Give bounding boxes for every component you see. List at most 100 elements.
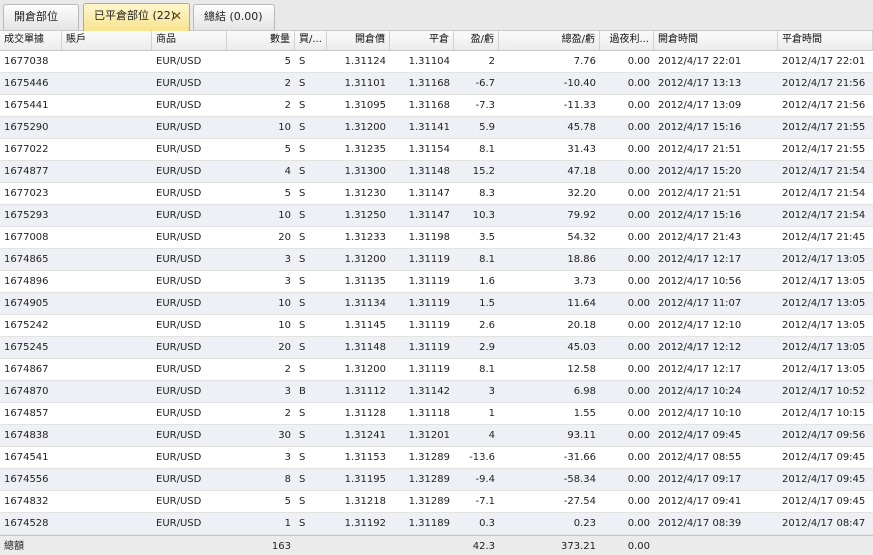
cell-quantity: 1: [284, 518, 291, 529]
cell-swap: 0.00: [627, 232, 650, 243]
cell-account: [62, 227, 152, 248]
cell-pips: 3.5: [479, 232, 495, 243]
table-row[interactable]: 1674877 EUR/USD 4 S 1.31300 1.31148 15.2 47.18 0…: [0, 161, 873, 183]
cell-ticket: 1677023: [4, 188, 49, 199]
cell-open-price: 1.31200: [344, 364, 386, 375]
table-row[interactable]: 1675242 EUR/USD 10 S 1.31145 1.31119 2.6 20.18 0…: [0, 315, 873, 337]
cell-quantity: 5: [284, 144, 291, 155]
table-row[interactable]: 1677008 EUR/USD 20 S 1.31233 1.31198 3.5 54.32 0…: [0, 227, 873, 249]
cell-quantity: 3: [284, 386, 291, 397]
header-col-ticket[interactable]: 成交單據: [0, 31, 62, 50]
cell-total-pl: 7.76: [573, 56, 596, 67]
table-header: 成交單據 賬戶 商品 數量 買/... 開倉價 平倉 盈/虧 總盈/虧 過夜利... 開倉時間 平倉時…: [0, 31, 873, 51]
cell-ticket: 1675441: [4, 100, 49, 111]
cell-open-time: 2012/4/17 08:55: [658, 452, 742, 463]
table-row[interactable]: 1674857 EUR/USD 2 S 1.31128 1.31118 1 1.55 0.00 2…: [0, 403, 873, 425]
cell-close-price: 1.31142: [408, 386, 450, 397]
table-row[interactable]: 1674541 EUR/USD 3 S 1.31153 1.31289 -13.6 -31.6…: [0, 447, 873, 469]
cell-open-time: 2012/4/17 15:16: [658, 122, 742, 133]
cell-open-price: 1.31218: [344, 496, 386, 507]
cell-pips: -13.6: [469, 452, 495, 463]
totals-row: 總額 163 42.3 373.21 0.00: [0, 535, 873, 555]
cell-pips: -7.3: [475, 100, 495, 111]
cell-open-price: 1.31153: [344, 452, 386, 463]
table-row[interactable]: 1674867 EUR/USD 2 S 1.31200 1.31119 8.1 12.58 0.…: [0, 359, 873, 381]
cell-side: S: [299, 232, 306, 243]
table-row[interactable]: 1674870 EUR/USD 3 B 1.31112 1.31142 3 6.98 0.00 2…: [0, 381, 873, 403]
table-row[interactable]: 1675293 EUR/USD 10 S 1.31250 1.31147 10.3 79.92…: [0, 205, 873, 227]
cell-close-price: 1.31154: [408, 144, 450, 155]
table-row[interactable]: 1674896 EUR/USD 3 S 1.31135 1.31119 1.6 3.73 0.0…: [0, 271, 873, 293]
header-col-close-price[interactable]: 平倉: [390, 31, 454, 50]
header-col-side[interactable]: 買/...: [295, 31, 327, 50]
cell-swap: 0.00: [627, 254, 650, 265]
cell-close-time: 2012/4/17 13:05: [782, 254, 866, 265]
tab-summary[interactable]: 總結 (0.00): [193, 4, 275, 30]
cell-close-time: 2012/4/17 21:55: [782, 122, 866, 133]
cell-total-pl: 6.98: [573, 386, 596, 397]
table-row[interactable]: 1675441 EUR/USD 2 S 1.31095 1.31168 -7.3 -11.33…: [0, 95, 873, 117]
cell-symbol: EUR/USD: [156, 210, 202, 221]
cell-open-time: 2012/4/17 12:17: [658, 364, 742, 375]
table-row[interactable]: 1674832 EUR/USD 5 S 1.31218 1.31289 -7.1 -27.54…: [0, 491, 873, 513]
cell-swap: 0.00: [627, 364, 650, 375]
table-row[interactable]: 1677038 EUR/USD 5 S 1.31124 1.31104 2 7.76 0.00 2…: [0, 51, 873, 73]
close-icon[interactable]: ✕: [172, 4, 182, 28]
table-row[interactable]: 1675245 EUR/USD 20 S 1.31148 1.31119 2.9 45.03 0…: [0, 337, 873, 359]
cell-swap: 0.00: [627, 210, 650, 221]
cell-symbol: EUR/USD: [156, 430, 202, 441]
header-col-open-price[interactable]: 開倉價: [327, 31, 390, 50]
cell-side: S: [299, 78, 306, 89]
cell-open-price: 1.31200: [344, 254, 386, 265]
cell-close-time: 2012/4/17 09:45: [782, 452, 866, 463]
cell-pips: 2.9: [479, 342, 495, 353]
header-col-close-time[interactable]: 平倉時間: [778, 31, 873, 50]
cell-side: S: [299, 320, 306, 331]
cell-open-time: 2012/4/17 21:51: [658, 144, 742, 155]
cell-side: S: [299, 474, 306, 485]
cell-account: [62, 205, 152, 226]
cell-close-price: 1.31148: [408, 166, 450, 177]
tab-closed-positions[interactable]: 已平倉部位 (22) ✕: [83, 3, 190, 31]
cell-close-price: 1.31118: [408, 408, 450, 419]
cell-swap: 0.00: [627, 496, 650, 507]
table-row[interactable]: 1674528 EUR/USD 1 S 1.31192 1.31189 0.3 0.23 0.0…: [0, 513, 873, 535]
header-col-swap[interactable]: 過夜利...: [600, 31, 654, 50]
cell-open-time: 2012/4/17 22:01: [658, 56, 742, 67]
table-row[interactable]: 1677022 EUR/USD 5 S 1.31235 1.31154 8.1 31.43 0.…: [0, 139, 873, 161]
header-col-total-pl[interactable]: 總盈/虧: [499, 31, 600, 50]
table-row[interactable]: 1674865 EUR/USD 3 S 1.31200 1.31119 8.1 18.86 0.…: [0, 249, 873, 271]
cell-close-price: 1.31119: [408, 342, 450, 353]
cell-account: [62, 491, 152, 512]
cell-open-price: 1.31192: [344, 518, 386, 529]
cell-pips: 10.3: [472, 210, 495, 221]
table-row[interactable]: 1674556 EUR/USD 8 S 1.31195 1.31289 -9.4 -58.34…: [0, 469, 873, 491]
table-row[interactable]: 1674838 EUR/USD 30 S 1.31241 1.31201 4 93.11 0.0…: [0, 425, 873, 447]
table-row[interactable]: 1674905 EUR/USD 10 S 1.31134 1.31119 1.5 11.64 0…: [0, 293, 873, 315]
table-row[interactable]: 1677023 EUR/USD 5 S 1.31230 1.31147 8.3 32.20 0.…: [0, 183, 873, 205]
header-col-quantity[interactable]: 數量: [227, 31, 295, 50]
cell-open-time: 2012/4/17 12:10: [658, 320, 742, 331]
cell-close-price: 1.31289: [408, 452, 450, 463]
cell-side: S: [299, 210, 306, 221]
cell-close-price: 1.31168: [408, 78, 450, 89]
table-row[interactable]: 1675290 EUR/USD 10 S 1.31200 1.31141 5.9 45.78 0…: [0, 117, 873, 139]
cell-close-price: 1.31119: [408, 276, 450, 287]
header-col-account[interactable]: 賬戶: [62, 31, 152, 50]
cell-quantity: 2: [284, 100, 291, 111]
cell-account: [62, 337, 152, 358]
header-col-symbol[interactable]: 商品: [152, 31, 227, 50]
header-col-pips[interactable]: 盈/虧: [454, 31, 499, 50]
cell-open-price: 1.31195: [344, 474, 386, 485]
header-col-open-time[interactable]: 開倉時間: [654, 31, 778, 50]
tab-label: 總結 (0.00): [204, 10, 263, 23]
table-row[interactable]: 1675446 EUR/USD 2 S 1.31101 1.31168 -6.7 -10.40…: [0, 73, 873, 95]
cell-total-pl: 32.20: [567, 188, 596, 199]
cell-close-price: 1.31189: [408, 518, 450, 529]
cell-account: [62, 183, 152, 204]
total-close-price: [390, 536, 454, 555]
cell-total-pl: 93.11: [567, 430, 596, 441]
tab-open-positions[interactable]: 開倉部位: [3, 4, 79, 30]
cell-open-time: 2012/4/17 08:39: [658, 518, 742, 529]
cell-symbol: EUR/USD: [156, 518, 202, 529]
